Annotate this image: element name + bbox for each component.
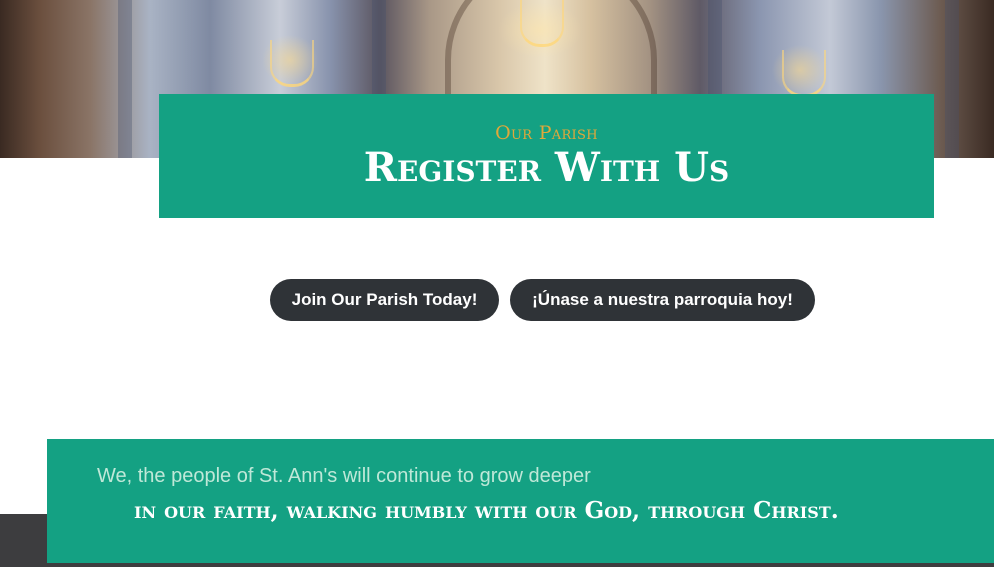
mission-banner: We, the people of St. Ann's will continu… bbox=[47, 439, 994, 563]
hero-pillar bbox=[945, 0, 959, 158]
page-title: Register With Us bbox=[363, 144, 730, 191]
hero-pillar bbox=[118, 0, 132, 158]
chandelier-icon bbox=[782, 50, 826, 97]
chandelier-icon bbox=[520, 0, 564, 47]
section-kicker: Our Parish bbox=[495, 122, 598, 144]
chandelier-icon bbox=[270, 40, 314, 87]
register-banner: Our Parish Register With Us bbox=[159, 94, 934, 218]
mission-line-1: We, the people of St. Ann's will continu… bbox=[97, 465, 591, 487]
join-parish-button[interactable]: Join Our Parish Today! bbox=[270, 279, 499, 321]
mission-line-2: in our faith, walking humbly with our Go… bbox=[134, 497, 839, 524]
join-parish-spanish-button[interactable]: ¡Únase a nuestra parroquia hoy! bbox=[510, 279, 815, 321]
